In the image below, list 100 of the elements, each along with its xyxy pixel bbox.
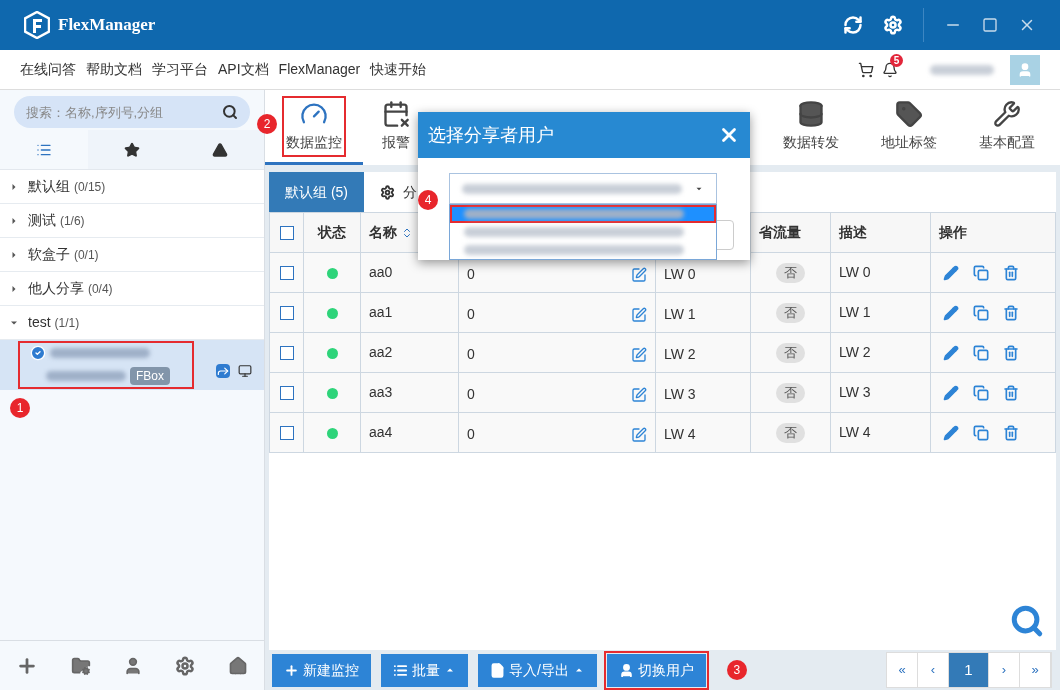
column-header: 操作: [939, 224, 967, 240]
checkbox[interactable]: [279, 346, 294, 361]
trash-icon[interactable]: [1003, 344, 1019, 361]
pencil-icon[interactable]: [943, 304, 959, 321]
pencil-icon[interactable]: [943, 264, 959, 281]
group-item[interactable]: 默认组 (0/15): [0, 170, 264, 204]
refresh-icon[interactable]: [843, 15, 863, 35]
notification-badge: 5: [890, 53, 903, 67]
trash-icon[interactable]: [1003, 264, 1019, 281]
monitor-icon[interactable]: [238, 364, 252, 378]
table-cell-text: 0: [467, 305, 475, 324]
toolbar-item[interactable]: 数据转发: [779, 95, 843, 157]
wrench-icon: [993, 99, 1021, 128]
home-icon[interactable]: [227, 655, 248, 676]
table-cell-text: 0: [467, 345, 475, 364]
cart-icon[interactable]: [858, 61, 874, 78]
table-cell: LW 3: [664, 386, 696, 402]
table-cell: aa2: [369, 344, 393, 360]
page-button[interactable]: »: [1020, 653, 1051, 687]
edit-icon[interactable]: [631, 306, 647, 323]
edit-icon[interactable]: [631, 266, 647, 283]
nav-link[interactable]: FlexManager: [278, 59, 361, 80]
nav-link[interactable]: 快速开始: [370, 59, 427, 80]
tag-icon: [895, 99, 923, 128]
trash-icon[interactable]: [1003, 384, 1019, 401]
checkbox[interactable]: [279, 266, 294, 281]
page-button[interactable]: ›: [989, 653, 1020, 687]
toolbar-button[interactable]: 新建监控: [272, 653, 371, 687]
settings-icon[interactable]: [175, 655, 196, 676]
app-title: FlexManager: [58, 14, 156, 37]
plus-icon: [284, 662, 299, 678]
column-header: 省流量: [759, 224, 801, 240]
trash-icon[interactable]: [1003, 304, 1019, 321]
group-label: 他人分享 (0/4): [28, 279, 113, 298]
status-tag: 否: [776, 303, 805, 323]
file-icon: [490, 662, 505, 678]
table-cell-text: 0: [467, 385, 475, 404]
toolbar-button[interactable]: 导入/导出: [478, 653, 597, 687]
sort-icon: [401, 226, 413, 239]
copy-icon[interactable]: [973, 424, 989, 441]
annotation-number: 1: [10, 398, 30, 418]
search-icon[interactable]: [222, 104, 238, 120]
toolbar-button[interactable]: 批量: [381, 653, 468, 687]
checkbox[interactable]: [279, 386, 294, 401]
page-button[interactable]: 1: [949, 653, 989, 687]
status-tag: 否: [776, 383, 805, 403]
share-icon[interactable]: [216, 364, 230, 378]
status-tag: 否: [776, 263, 805, 283]
nav-link[interactable]: API文档: [218, 59, 269, 80]
toolbar-item[interactable]: 数据监控: [282, 95, 346, 157]
nav-link[interactable]: 在线问答: [20, 59, 76, 80]
nav-link[interactable]: 帮助文档: [86, 59, 142, 80]
dialog-title: 选择分享者用户: [428, 123, 554, 147]
page-button[interactable]: «: [887, 653, 918, 687]
select-field[interactable]: [449, 173, 717, 204]
checkbox[interactable]: [279, 426, 294, 441]
copy-icon[interactable]: [973, 304, 989, 321]
table-cell: LW 4: [839, 424, 871, 440]
table-cell: LW 0: [664, 266, 696, 282]
trash-icon[interactable]: [1003, 424, 1019, 441]
search-field[interactable]: 搜索：名称,序列号,分组: [14, 96, 250, 128]
pencil-icon[interactable]: [943, 384, 959, 401]
gear-icon: [380, 184, 395, 200]
group-tab[interactable]: 默认组 (5): [269, 172, 364, 212]
toolbar-item[interactable]: 报警: [378, 95, 414, 157]
group-item[interactable]: test (1/1): [0, 306, 264, 340]
copy-icon[interactable]: [973, 384, 989, 401]
table-cell: LW 2: [664, 346, 696, 362]
group-label: test (1/1): [28, 313, 80, 332]
table-cell: LW 1: [839, 304, 871, 320]
group-label: 测试 (1/6): [28, 211, 85, 230]
table-cell: aa1: [369, 304, 393, 320]
pencil-icon[interactable]: [943, 344, 959, 361]
user-icon: [618, 662, 634, 678]
table-cell: aa3: [369, 384, 393, 400]
edit-icon[interactable]: [631, 386, 647, 403]
toolbar-button[interactable]: 切换用户: [606, 653, 706, 687]
edit-icon[interactable]: [631, 346, 647, 363]
sidebar-tab[interactable]: [88, 130, 176, 169]
checkbox[interactable]: [279, 306, 294, 321]
table-cell: LW 3: [839, 384, 871, 400]
copy-icon[interactable]: [973, 344, 989, 361]
dropdown-option[interactable]: [450, 205, 716, 223]
warning-icon: [212, 141, 228, 158]
edit-icon[interactable]: [631, 426, 647, 443]
hexagon-logo-icon: [24, 11, 50, 39]
group-item[interactable]: 软盒子 (0/1): [0, 238, 264, 272]
pencil-icon[interactable]: [943, 424, 959, 441]
group-item[interactable]: 他人分享 (0/4): [0, 272, 264, 306]
toolbar-item[interactable]: 地址标签: [877, 95, 941, 157]
annotation-number: 3: [726, 659, 747, 680]
copy-icon[interactable]: [973, 264, 989, 281]
sidebar-tab[interactable]: [176, 130, 264, 169]
maximize-icon[interactable]: [982, 17, 998, 33]
table-cell-text: 0: [467, 265, 475, 284]
checkbox[interactable]: [279, 226, 294, 241]
group-item[interactable]: 测试 (1/6): [0, 204, 264, 238]
toolbar-item[interactable]: 基本配置: [975, 95, 1039, 157]
nav-link[interactable]: 学习平台: [152, 59, 208, 80]
folder-settings-icon[interactable]: [70, 655, 91, 676]
